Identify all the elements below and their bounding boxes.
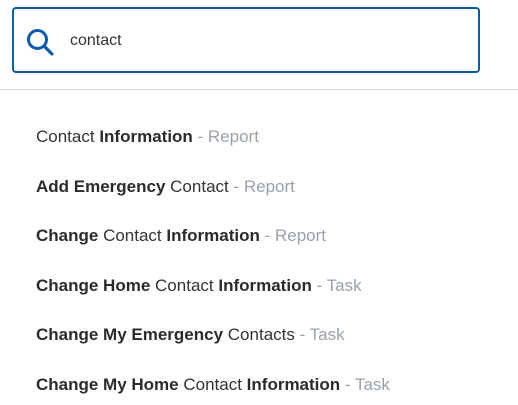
search-result-item[interactable]: Change Home Contact Information - Task <box>36 275 390 325</box>
result-title-text: Contact <box>183 374 247 394</box>
result-title-match: Change My Home <box>36 374 184 394</box>
result-title-text: Contacts <box>227 325 295 344</box>
result-title-match: Information <box>218 275 312 295</box>
search-results-list: Contact Information - Report Add Emergenc… <box>36 126 390 405</box>
result-title-match: Information <box>246 374 341 394</box>
result-title-match: Change <box>36 226 104 245</box>
search-icon[interactable] <box>25 27 55 57</box>
result-title-text: Contact <box>36 127 100 146</box>
search-result-item[interactable]: Add Emergency Contact - Report <box>36 176 390 226</box>
result-type-label: - Report <box>192 127 259 146</box>
search-panel: Contact Information - ReportAdd Emergenc… <box>0 0 518 405</box>
result-title-match: Add Emergency <box>36 176 171 196</box>
result-type-label: - Report <box>228 176 295 196</box>
result-title-match: Information <box>99 127 193 146</box>
result-type-label: - Task <box>340 374 390 394</box>
search-input[interactable] <box>70 23 460 59</box>
result-title-text: Contact <box>103 226 167 245</box>
result-title-match: Change Home <box>36 275 156 295</box>
result-title-text: Contact <box>170 176 229 196</box>
search-result-item[interactable]: Change My Emergency Contacts - Task <box>36 324 390 374</box>
result-title-match: Information <box>166 226 260 245</box>
search-result-item[interactable]: Change My Home Contact Information - Tas… <box>36 374 390 405</box>
result-type-label: - Task <box>311 275 362 295</box>
result-title-text: Contact <box>155 275 219 295</box>
search-box[interactable] <box>12 7 480 73</box>
result-title-match: Change My Emergency <box>36 325 228 344</box>
result-type-label: - Task <box>294 325 345 344</box>
search-result-item[interactable]: Change Contact Information - Report <box>36 225 390 275</box>
divider <box>0 89 518 90</box>
search-result-item[interactable]: Contact Information - Report <box>36 126 390 176</box>
result-type-label: - Report <box>259 226 327 245</box>
